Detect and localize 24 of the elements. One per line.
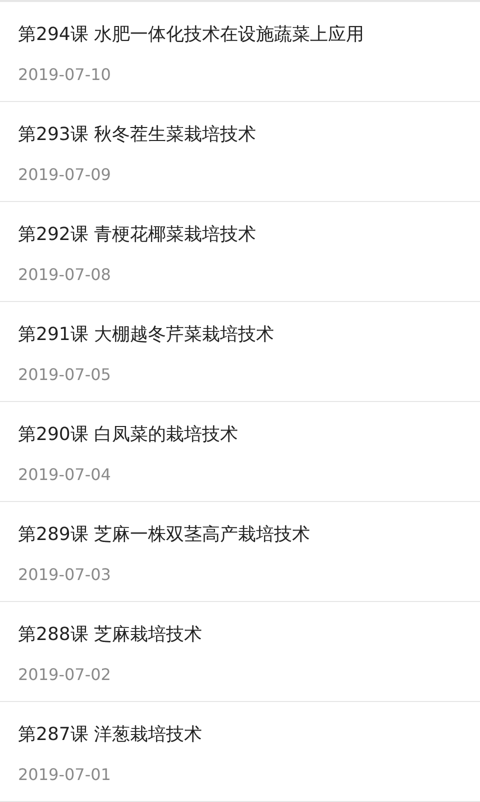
lesson-date: 2019-07-03 xyxy=(18,564,111,586)
lesson-date: 2019-07-05 xyxy=(18,364,111,386)
lesson-title: 第291课 大棚越冬芹菜栽培技术 xyxy=(18,323,274,347)
lesson-title: 第290课 白凤菜的栽培技术 xyxy=(18,423,238,447)
lesson-title: 第289课 芝麻一株双茎高产栽培技术 xyxy=(18,523,310,547)
lesson-list-item[interactable]: 第289课 芝麻一株双茎高产栽培技术 2019-07-03 xyxy=(0,502,480,602)
lesson-date: 2019-07-01 xyxy=(18,764,111,786)
lesson-date: 2019-07-02 xyxy=(18,664,111,686)
lesson-list-item[interactable]: 第288课 芝麻栽培技术 2019-07-02 xyxy=(0,602,480,702)
lesson-title: 第293课 秋冬茬生菜栽培技术 xyxy=(18,123,256,147)
lesson-title: 第287课 洋葱栽培技术 xyxy=(18,723,202,747)
lesson-list-item[interactable]: 第291课 大棚越冬芹菜栽培技术 2019-07-05 xyxy=(0,302,480,402)
lesson-list-item[interactable]: 第293课 秋冬茬生菜栽培技术 2019-07-09 xyxy=(0,102,480,202)
lesson-title: 第288课 芝麻栽培技术 xyxy=(18,623,202,647)
lesson-list-item[interactable]: 第290课 白凤菜的栽培技术 2019-07-04 xyxy=(0,402,480,502)
lesson-date: 2019-07-10 xyxy=(18,64,111,86)
lesson-title: 第292课 青梗花椰菜栽培技术 xyxy=(18,223,256,247)
lesson-list-item[interactable]: 第292课 青梗花椰菜栽培技术 2019-07-08 xyxy=(0,202,480,302)
lesson-date: 2019-07-08 xyxy=(18,264,111,286)
lesson-date: 2019-07-09 xyxy=(18,164,111,186)
lesson-list-item[interactable]: 第287课 洋葱栽培技术 2019-07-01 xyxy=(0,702,480,802)
lesson-list-item[interactable]: 第294课 水肥一体化技术在设施蔬菜上应用 2019-07-10 xyxy=(0,2,480,102)
lesson-date: 2019-07-04 xyxy=(18,464,111,486)
lesson-title: 第294课 水肥一体化技术在设施蔬菜上应用 xyxy=(18,23,364,47)
